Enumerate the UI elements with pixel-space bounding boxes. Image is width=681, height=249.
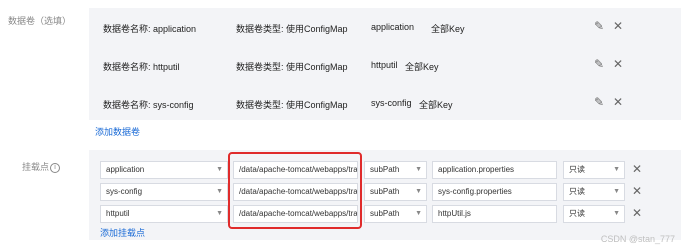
mount-mode-value: subPath <box>370 187 400 196</box>
chevron-down-icon: ▼ <box>216 210 223 217</box>
mount-access-select[interactable]: 只读 ▼ <box>563 161 625 179</box>
mount-volume-value: application <box>106 165 145 174</box>
close-icon[interactable]: ✕ <box>613 57 623 71</box>
mount-subpath-input[interactable]: sys-config.properties <box>432 183 557 201</box>
mount-volume-value: sys-config <box>106 187 143 196</box>
mount-access-value: 只读 <box>569 187 585 196</box>
mount-access-value: 只读 <box>569 165 585 174</box>
chevron-down-icon: ▼ <box>613 210 620 217</box>
pencil-icon[interactable]: ✎ <box>594 57 604 71</box>
chevron-down-icon: ▼ <box>613 166 620 173</box>
volume-type: 数据卷类型: 使用ConfigMap <box>236 24 348 34</box>
mount-mode-select[interactable]: subPath ▼ <box>364 183 427 201</box>
close-icon[interactable]: ✕ <box>632 206 642 220</box>
volume-config: application <box>371 22 415 32</box>
mount-subpath-input[interactable]: httpUtil.js <box>432 205 557 223</box>
chevron-down-icon: ▼ <box>415 166 422 173</box>
path-highlight-box <box>228 152 362 229</box>
mount-volume-select[interactable]: application ▼ <box>100 161 228 179</box>
volume-config: sys-config <box>371 98 412 108</box>
volume-name: 数据卷名称: sys-config <box>103 100 194 110</box>
close-icon[interactable]: ✕ <box>613 95 623 109</box>
chevron-down-icon: ▼ <box>613 188 620 195</box>
volumes-section-label: 数据卷（选填） <box>8 16 72 26</box>
volume-type: 数据卷类型: 使用ConfigMap <box>236 100 348 110</box>
mount-subpath-value: httpUtil.js <box>438 209 471 218</box>
mount-subpath-value: application.properties <box>438 165 515 174</box>
chevron-down-icon: ▼ <box>216 188 223 195</box>
close-icon[interactable]: ✕ <box>632 184 642 198</box>
close-icon[interactable]: ✕ <box>632 162 642 176</box>
mount-access-select[interactable]: 只读 ▼ <box>563 205 625 223</box>
mounts-section-label: 挂载点 i <box>22 160 61 173</box>
chevron-down-icon: ▼ <box>415 210 422 217</box>
pencil-icon[interactable]: ✎ <box>594 95 604 109</box>
volume-keys: 全部Key <box>405 62 439 72</box>
volume-type: 数据卷类型: 使用ConfigMap <box>236 62 348 72</box>
mount-subpath-value: sys-config.properties <box>438 187 512 196</box>
mount-volume-value: httputil <box>106 209 130 218</box>
mounts-label-text: 挂载点 <box>22 162 50 172</box>
close-icon[interactable]: ✕ <box>613 19 623 33</box>
info-icon[interactable]: i <box>50 162 61 173</box>
volume-row: 数据卷名称: httputil 数据卷类型: 使用ConfigMap httpu… <box>89 46 681 83</box>
mount-volume-select[interactable]: httputil ▼ <box>100 205 228 223</box>
chevron-down-icon: ▼ <box>216 166 223 173</box>
mount-mode-select[interactable]: subPath ▼ <box>364 205 427 223</box>
mount-access-value: 只读 <box>569 209 585 218</box>
volume-name: 数据卷名称: application <box>103 24 197 34</box>
mount-mode-value: subPath <box>370 209 400 218</box>
volume-row: 数据卷名称: sys-config 数据卷类型: 使用ConfigMap sys… <box>89 84 681 121</box>
volume-name: 数据卷名称: httputil <box>103 62 180 72</box>
volume-config: httputil <box>371 60 398 70</box>
pencil-icon[interactable]: ✎ <box>594 19 604 33</box>
volume-keys: 全部Key <box>431 24 465 34</box>
mount-mode-select[interactable]: subPath ▼ <box>364 161 427 179</box>
volume-row: 数据卷名称: application 数据卷类型: 使用ConfigMap ap… <box>89 8 681 45</box>
mount-subpath-input[interactable]: application.properties <box>432 161 557 179</box>
mount-access-select[interactable]: 只读 ▼ <box>563 183 625 201</box>
add-mount-link[interactable]: 添加挂载点 <box>100 226 145 239</box>
volume-keys: 全部Key <box>419 100 453 110</box>
watermark: CSDN @stan_777 <box>600 234 675 244</box>
volumes-panel: 数据卷名称: application 数据卷类型: 使用ConfigMap ap… <box>89 8 681 120</box>
add-volume-link[interactable]: 添加数据卷 <box>95 125 140 138</box>
mount-mode-value: subPath <box>370 165 400 174</box>
mount-volume-select[interactable]: sys-config ▼ <box>100 183 228 201</box>
chevron-down-icon: ▼ <box>415 188 422 195</box>
